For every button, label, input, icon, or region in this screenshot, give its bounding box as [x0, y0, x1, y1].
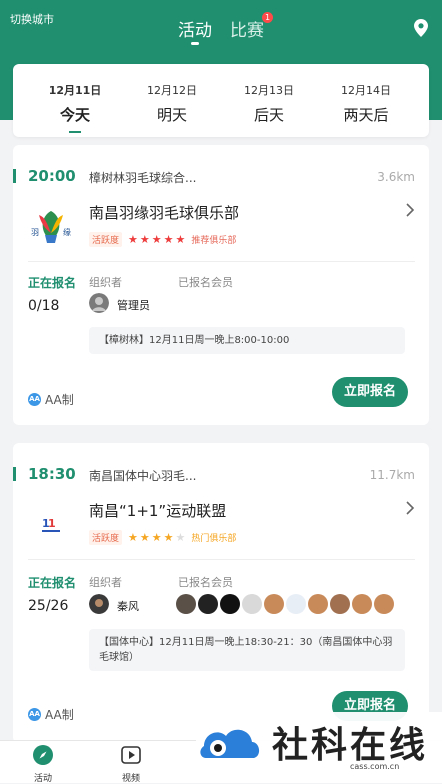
date-tab-two-days-later[interactable]: 12月14日 两天后	[326, 82, 406, 125]
date-tab-tomorrow[interactable]: 12月12日 明天	[132, 82, 212, 125]
date-tab-today[interactable]: 12月11日 今天	[35, 82, 115, 133]
signup-count: 25/26	[28, 598, 69, 614]
organizer-name: 管理员	[117, 299, 150, 312]
day-name: 后天	[253, 106, 284, 124]
nav-videos[interactable]: 视频	[106, 745, 156, 784]
club-name[interactable]: 南昌“1+1”运动联盟	[89, 500, 226, 521]
day-name: 今天	[59, 106, 90, 124]
aa-icon: AA	[28, 393, 41, 406]
payment-type: AA AA制	[28, 706, 74, 723]
date-selector: 12月11日 今天 12月12日 明天 12月13日 后天 12月14日 两天后	[13, 64, 429, 137]
club-tags: 活跃度 ★ ★ ★ ★ ★ 推荐俱乐部	[89, 232, 236, 247]
organizer-name: 秦风	[117, 600, 139, 613]
star-icon: ★	[139, 232, 150, 246]
event-venue: 南昌国体中心羽毛...	[89, 469, 197, 483]
club-logo: 羽 缘	[31, 211, 71, 243]
payment-type: AA AA制	[28, 391, 74, 408]
day-name: 两天后	[343, 106, 389, 124]
event-note: 【樟树林】12月11日周一晚上8:00-10:00	[89, 327, 405, 354]
svg-text:羽: 羽	[31, 228, 39, 237]
watermark-url: cass.com.cn	[350, 762, 400, 771]
star-icon: ★	[175, 530, 186, 544]
day-name: 明天	[156, 106, 187, 124]
location-pin-icon[interactable]	[414, 19, 428, 37]
event-distance: 11.7km	[369, 468, 415, 482]
star-icon: ★	[175, 232, 186, 246]
payment-label: AA制	[45, 393, 74, 407]
club-logo: 1 1	[41, 515, 61, 532]
chevron-right-icon[interactable]	[405, 203, 415, 217]
play-icon	[121, 746, 141, 764]
compass-icon	[33, 745, 53, 765]
city-switch[interactable]: 切换城市	[10, 11, 54, 27]
activity-tag: 活跃度	[89, 530, 123, 545]
watermark-text: 社科在线	[272, 725, 429, 766]
member-avatar[interactable]	[220, 594, 240, 614]
date-label: 12月12日	[147, 84, 197, 97]
signup-status: 正在报名	[28, 276, 77, 290]
matches-badge: 1	[262, 12, 273, 23]
top-tabs: 活动 比赛 1	[178, 12, 273, 45]
tab-matches[interactable]: 比赛 1	[230, 12, 273, 41]
club-tags: 活跃度 ★ ★ ★ ★ ★ 热门俱乐部	[89, 530, 236, 545]
chevron-right-icon[interactable]	[405, 501, 415, 515]
member-avatar[interactable]	[286, 594, 306, 614]
time-marker	[13, 467, 16, 481]
tab-matches-label: 比赛	[230, 21, 264, 41]
members-label: 已报名会员	[178, 576, 233, 589]
nav-label: 视频	[121, 774, 140, 784]
tab-activities[interactable]: 活动	[178, 16, 212, 45]
organizer-label: 组织者	[89, 276, 122, 289]
member-avatar[interactable]	[374, 594, 394, 614]
star-icon: ★	[163, 232, 174, 246]
star-icon: ★	[139, 530, 150, 544]
signup-count: 0/18	[28, 298, 60, 314]
event-card[interactable]: 18:30 南昌国体中心羽毛... 11.7km 1 1 南昌“1+1”运动联盟…	[13, 443, 429, 743]
star-icon: ★	[128, 530, 138, 544]
rating-stars: ★ ★ ★ ★ ★	[128, 530, 186, 544]
divider	[28, 559, 415, 560]
event-distance: 3.6km	[377, 170, 415, 184]
organizer-avatar[interactable]	[89, 594, 109, 614]
members-label: 已报名会员	[178, 276, 233, 289]
rating-stars: ★ ★ ★ ★ ★	[128, 232, 186, 246]
event-time: 20:00	[28, 167, 76, 185]
signup-status: 正在报名	[28, 576, 77, 590]
club-tag: 推荐俱乐部	[191, 236, 237, 246]
payment-label: AA制	[45, 708, 74, 722]
member-avatar[interactable]	[242, 594, 262, 614]
date-label: 12月11日	[48, 84, 102, 97]
club-name[interactable]: 南昌羽缘羽毛球俱乐部	[89, 202, 239, 223]
divider	[28, 261, 415, 262]
date-tab-day-after[interactable]: 12月13日 后天	[229, 82, 309, 125]
time-marker	[13, 169, 16, 183]
member-avatar[interactable]	[308, 594, 328, 614]
member-avatar[interactable]	[198, 594, 218, 614]
nav-activities[interactable]: 活动	[18, 745, 68, 784]
member-avatar[interactable]	[264, 594, 284, 614]
date-label: 12月13日	[244, 84, 294, 97]
member-avatars	[176, 594, 394, 614]
member-avatar[interactable]	[352, 594, 372, 614]
star-icon: ★	[151, 232, 162, 246]
star-icon: ★	[163, 530, 174, 544]
member-avatar[interactable]	[176, 594, 196, 614]
event-venue: 樟树林羽毛球综合...	[89, 171, 197, 185]
svg-text:缘: 缘	[63, 227, 71, 237]
star-icon: ★	[128, 232, 138, 246]
star-icon: ★	[151, 530, 162, 544]
signup-button[interactable]: 立即报名	[332, 377, 408, 407]
club-tag: 热门俱乐部	[191, 534, 237, 544]
activity-tag: 活跃度	[89, 232, 123, 247]
member-avatar[interactable]	[330, 594, 350, 614]
aa-icon: AA	[28, 708, 41, 721]
event-note: 【国体中心】12月11日周一晚上18:30-21：30（南昌国体中心羽毛球馆）	[89, 629, 405, 671]
organizer-avatar[interactable]	[89, 293, 109, 313]
svg-text:1: 1	[48, 517, 56, 530]
event-card[interactable]: 20:00 樟树林羽毛球综合... 3.6km 羽 缘 南昌羽缘羽毛球俱乐部 活…	[13, 145, 429, 425]
nav-label: 活动	[33, 774, 52, 784]
event-time: 18:30	[28, 465, 76, 483]
organizer-label: 组织者	[89, 576, 122, 589]
date-label: 12月14日	[341, 84, 391, 97]
